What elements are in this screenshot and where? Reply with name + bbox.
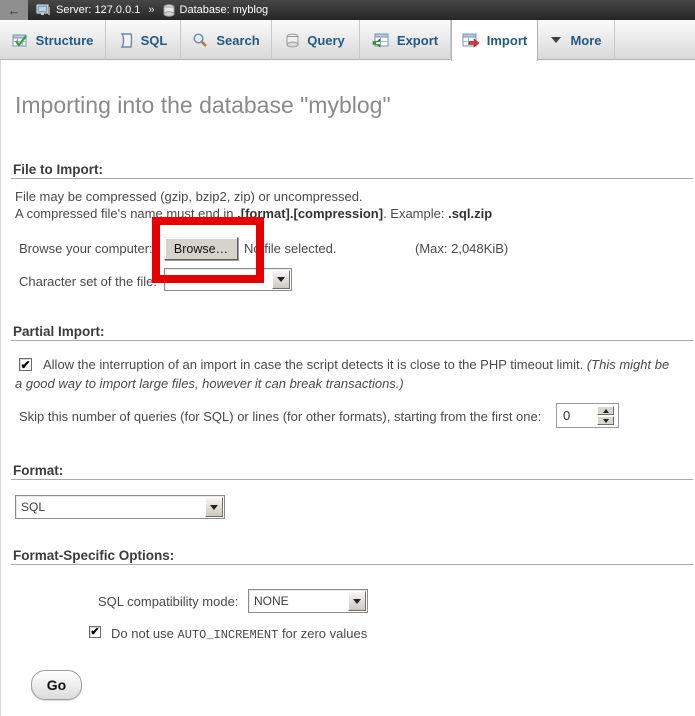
breadcrumb-separator: » (148, 4, 154, 16)
tab-structure[interactable]: Structure (0, 20, 106, 60)
spinner-up-button[interactable] (597, 406, 614, 415)
breadcrumb: Server: 127.0.0.1 » Database: myblog (36, 4, 268, 17)
tab-search[interactable]: Search (181, 20, 272, 60)
sql-compat-label: SQL compatibility mode: (98, 594, 238, 609)
ai-code-text: AUTO_INCREMENT (178, 628, 279, 642)
allow-interrupt-label-line2: a good way to import large files, howeve… (15, 376, 404, 391)
compression-hint-line1: File may be compressed (gzip, bzip2, zip… (15, 189, 363, 204)
section-rule (11, 479, 693, 480)
tab-label: SQL (141, 33, 168, 48)
section-format: Format: (13, 463, 63, 478)
tab-export[interactable]: Export (360, 20, 451, 60)
tab-label: Structure (36, 33, 94, 48)
dropdown-arrow-icon[interactable] (272, 270, 290, 289)
dropdown-arrow-icon[interactable] (348, 591, 366, 611)
breadcrumb-server-link[interactable]: Server: 127.0.0.1 (56, 4, 140, 16)
hint-format-pattern: .[format].[compression] (237, 206, 383, 221)
tab-bar: Structure SQL Search Query (0, 20, 695, 60)
charset-selected-value: utf-8 (165, 274, 271, 286)
format-select[interactable]: SQL (15, 495, 225, 519)
breadcrumb-database-link[interactable]: Database: myblog (180, 4, 269, 16)
tab-import[interactable]: Import (451, 20, 538, 61)
tab-label: Query (307, 33, 345, 48)
left-arrow-icon: ← (8, 3, 21, 18)
tab-label: Import (487, 33, 527, 48)
allow-interrupt-checkbox[interactable]: ✔ (19, 358, 32, 371)
section-rule (11, 178, 693, 179)
format-selected-value: SQL (16, 500, 204, 514)
skip-queries-spinner[interactable]: 0 (556, 403, 619, 428)
section-partial-import: Partial Import: (13, 324, 105, 339)
chevron-down-icon (550, 34, 562, 46)
section-rule (11, 340, 693, 341)
section-file-to-import: File to Import: (13, 162, 103, 177)
skip-queries-value[interactable]: 0 (557, 408, 597, 423)
import-table-icon (462, 33, 479, 48)
tab-label: More (570, 33, 601, 48)
charset-label: Character set of the file: (19, 274, 157, 289)
export-table-icon (372, 33, 389, 48)
sql-page-icon (119, 33, 133, 48)
section-format-specific-options: Format-Specific Options: (13, 548, 174, 563)
allow-text-italic: (This might be (587, 357, 669, 372)
auto-increment-checkbox[interactable]: ✔ (89, 626, 101, 638)
sql-compat-select[interactable]: NONE (248, 589, 368, 613)
page-title: Importing into the database "myblog" (15, 92, 391, 119)
import-form: Importing into the database "myblog" Fil… (0, 60, 695, 716)
browse-label: Browse your computer: (19, 241, 153, 256)
database-cylinder-icon (286, 33, 299, 48)
ai-text: Do not use (111, 626, 178, 641)
dropdown-arrow-icon[interactable] (205, 497, 223, 517)
auto-increment-label: Do not use AUTO_INCREMENT for zero value… (111, 626, 367, 642)
table-structure-icon (12, 33, 28, 48)
tab-sql[interactable]: SQL (106, 20, 181, 60)
allow-text: Allow the interruption of an import in c… (43, 357, 587, 372)
browse-button[interactable]: Browse… (164, 237, 238, 260)
hint-text: . Example: (383, 206, 448, 221)
compression-hint-line2: A compressed file's name must end in .[f… (15, 206, 492, 221)
tab-bar-spacer (615, 20, 695, 60)
hint-example: .sql.zip (448, 206, 492, 221)
charset-select[interactable]: utf-8 (164, 268, 292, 291)
no-file-selected-text: No file selected. (244, 241, 337, 256)
magnifier-icon (192, 32, 208, 48)
tab-label: Export (397, 33, 438, 48)
phpmyadmin-import-page: ← Server: 127.0.0.1 » Database: myblog (0, 0, 695, 716)
checkmark-icon: ✔ (20, 359, 30, 371)
hint-text: A compressed file's name must end in (15, 206, 237, 221)
checkmark-icon: ✔ (90, 627, 99, 638)
max-upload-size: (Max: 2,048KiB) (415, 241, 508, 256)
skip-queries-label: Skip this number of queries (for SQL) or… (19, 409, 541, 424)
section-rule (11, 564, 693, 565)
sql-compat-selected-value: NONE (249, 594, 347, 608)
ai-text: for zero values (278, 626, 367, 641)
breadcrumb-bar: ← Server: 127.0.0.1 » Database: myblog (0, 0, 695, 20)
allow-interrupt-label-line1: Allow the interruption of an import in c… (43, 357, 669, 372)
tab-more[interactable]: More (538, 20, 615, 60)
database-cylinder-icon (163, 4, 175, 17)
tab-label: Search (216, 33, 259, 48)
tab-query[interactable]: Query (272, 20, 360, 60)
go-button[interactable]: Go (31, 670, 82, 700)
collapse-navigation-button[interactable]: ← (0, 0, 28, 20)
spinner-down-button[interactable] (597, 416, 614, 425)
server-icon (36, 4, 51, 17)
